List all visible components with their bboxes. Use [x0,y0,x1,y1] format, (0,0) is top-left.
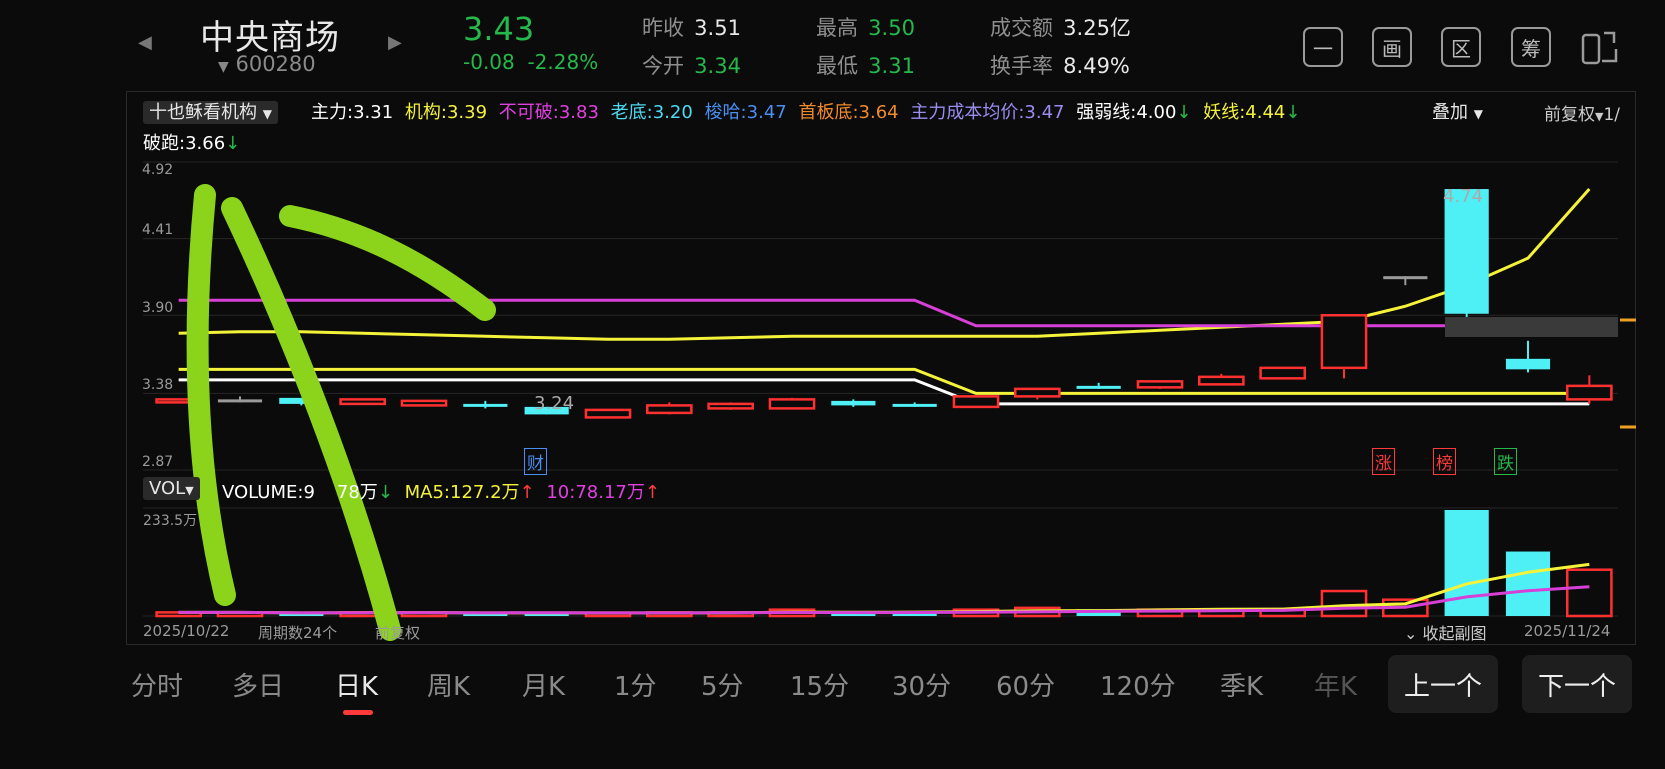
candle-body [892,403,937,407]
vol-ma10: 10:78.17万 [546,482,645,503]
candle-body [1259,366,1306,380]
candle-body [217,399,263,403]
dropdown-icon: ▼ [185,484,194,497]
volume-bar [1505,551,1551,616]
candle-body [1566,384,1613,401]
candle-body [339,398,386,406]
volume-values: VOLUME:9 78万↓ MA5:127.2万↑ 10:78.17万↑ [222,482,660,503]
tab-daily-k[interactable]: 日K [335,666,378,703]
tab-60min[interactable]: 60分 [996,666,1055,703]
tab-5min[interactable]: 5分 [701,666,744,703]
volume-axis-top: 233.5万 [143,513,198,529]
candle-body [1444,189,1489,314]
volume-bar [1320,589,1368,618]
right-range-shade [1445,317,1618,337]
dragon-tiger-tag[interactable]: 榜 [1433,448,1456,475]
chevron-down-icon: ⌄ [1404,624,1418,643]
financial-report-tag[interactable]: 财 [524,448,547,475]
candle-body [707,402,754,410]
end-date: 2025/11/24 [1524,622,1611,640]
tab-30min[interactable]: 30分 [892,666,951,703]
vol-ma5: MA5:127.2万 [404,482,520,503]
adjust-label: 前复权 [375,624,421,642]
limit-down-tag[interactable]: 跌 [1494,448,1517,475]
tab-15min[interactable]: 15分 [790,666,849,703]
next-stock-button[interactable]: 下一个 [1522,655,1632,713]
active-tab-indicator [343,710,373,715]
indicator-line [178,378,1590,406]
volume-bar [1566,568,1613,618]
tab-intraday[interactable]: 分时 [131,666,183,703]
limit-up-tag[interactable]: 涨 [1372,448,1395,475]
candle-body [952,395,1000,409]
hand-drawn-strokes [186,184,496,641]
tab-weekly-k[interactable]: 周K [427,666,470,703]
prev-stock-button[interactable]: 上一个 [1388,655,1498,713]
kline-chart[interactable] [0,0,1665,769]
candle-body [400,399,448,407]
collapse-subchart-button[interactable]: ⌄ 收起副图 [1404,620,1487,644]
start-date: 2025/10/22 [143,622,230,640]
candle-body [1198,375,1245,386]
tab-multiday[interactable]: 多日 [232,666,284,703]
high-price-label: 4.74 [1443,186,1484,207]
candle-body [1014,387,1061,398]
tab-120min[interactable]: 120分 [1100,666,1176,703]
candle-body [463,403,508,407]
tab-quarterly-k[interactable]: 季K [1220,666,1263,703]
candle-body [1383,276,1428,280]
candle-body [1136,380,1184,389]
tab-monthly-k[interactable]: 月K [522,666,565,703]
candle-body [1320,313,1368,370]
low-price-label: 3.24 [534,393,575,414]
candle-body [646,404,693,415]
indicator-line [178,367,1590,395]
period-count: 周期数24个 [258,624,338,642]
volume-selector[interactable]: VOL▼ [143,477,200,500]
candle-body [768,398,816,410]
candle-body [1505,358,1551,370]
candle-body [1076,385,1121,389]
indicator-line [178,188,1591,341]
candle-body [584,408,632,419]
tab-1min[interactable]: 1分 [614,666,657,703]
tab-yearly-k[interactable]: 年K [1314,666,1357,703]
candle-body [831,400,876,406]
